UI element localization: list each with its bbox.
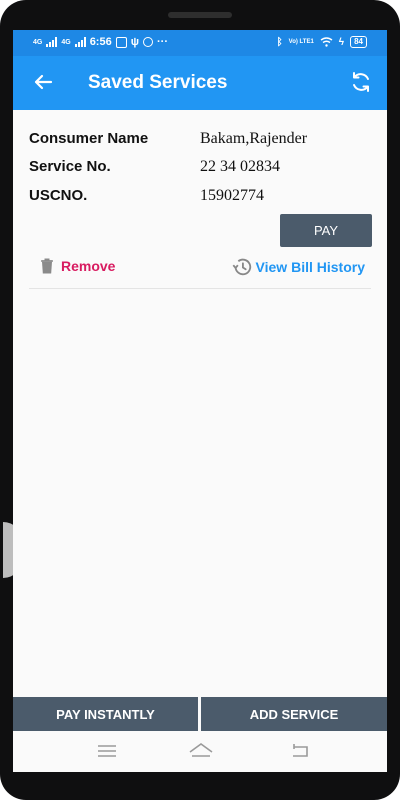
history-label: View Bill History [255,259,365,275]
service-card: Consumer Name Bakam,Rajender Service No.… [29,118,372,289]
consumer-name-label: Consumer Name [29,130,149,147]
phone-frame: 4G 4G 6:56 ψ ··· ᛒ Vo) LTE1 ϟ 84 Saved S… [0,0,400,800]
service-no-value: 22 34 02834 [200,158,280,175]
more-notifications: ··· [157,36,169,48]
remove-label: Remove [61,258,116,274]
history-icon [232,258,251,276]
status-time: 6:56 [89,36,112,48]
menu-icon[interactable] [95,741,119,761]
system-nav-bar [13,731,387,772]
speaker-grille [168,12,232,18]
trash-icon [41,258,53,274]
battery-icon: 84 [350,36,367,48]
whatsapp-icon [143,37,154,47]
uscno-label: USCNO. [29,187,88,204]
volte-label: Vo) LTE1 [288,38,314,45]
back-nav-icon[interactable] [288,741,312,761]
network-label-2: 4G [61,38,71,46]
add-service-button[interactable]: ADD SERVICE [201,697,387,731]
network-label-1: 4G [33,38,43,46]
notification-icon [115,36,127,48]
signal-icon [74,37,86,47]
charging-icon: ϟ [338,36,345,48]
signal-icon [46,37,58,47]
remove-button[interactable]: Remove [37,256,115,276]
service-no-label: Service No. [29,158,111,175]
pay-button[interactable]: PAY [280,214,372,247]
screen: 4G 4G 6:56 ψ ··· ᛒ Vo) LTE1 ϟ 84 Saved S… [13,30,387,772]
view-bill-history-link[interactable]: View Bill History [230,256,365,278]
arrow-left-icon[interactable] [31,70,55,94]
page-title: Saved Services [88,72,228,93]
app-bar: Saved Services [13,56,387,110]
status-bar: 4G 4G 6:56 ψ ··· ᛒ Vo) LTE1 ϟ 84 [13,30,387,56]
refresh-icon[interactable] [349,70,373,94]
status-right: ᛒ Vo) LTE1 ϟ 84 [277,36,367,48]
usb-icon: ψ [130,36,140,48]
bluetooth-icon: ᛒ [276,36,283,48]
bottom-actions: PAY INSTANTLY ADD SERVICE [13,697,387,731]
pay-instantly-button[interactable]: PAY INSTANTLY [13,697,198,731]
status-left: 4G 4G 6:56 ψ ··· [33,36,168,48]
consumer-name-value: Bakam,Rajender [200,130,308,147]
uscno-value: 15902774 [200,187,264,204]
home-icon[interactable] [188,741,214,761]
wifi-icon [320,37,333,47]
